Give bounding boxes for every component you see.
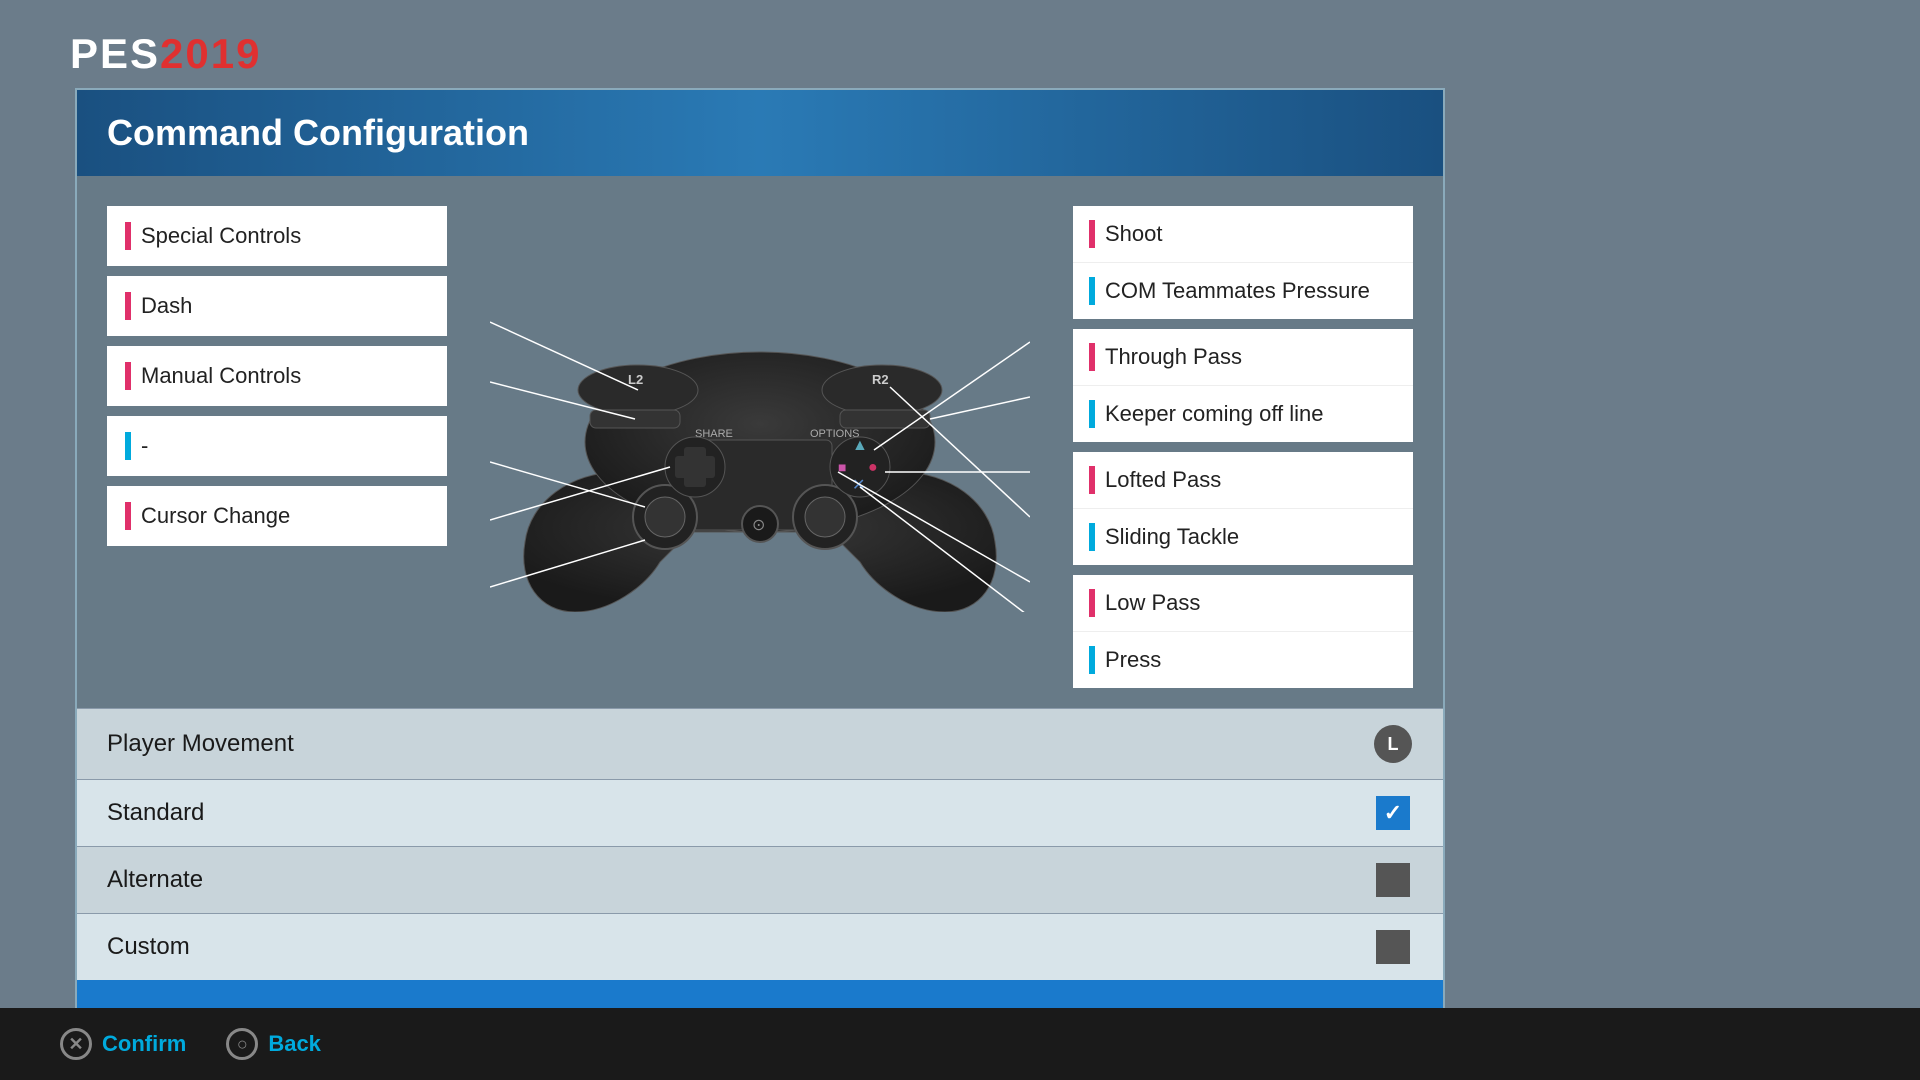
through-pass-text: Through Pass: [1105, 344, 1242, 370]
logo: PES 2019: [70, 30, 261, 78]
right-item-lofted-pass[interactable]: Lofted Pass: [1073, 452, 1413, 509]
dialog-content: Special Controls Dash Manual Controls - …: [77, 176, 1443, 708]
right-group-1: Shoot COM Teammates Pressure: [1073, 206, 1413, 319]
low-pass-text: Low Pass: [1105, 590, 1200, 616]
alternate-value: [1373, 863, 1413, 897]
back-button[interactable]: ○ Back: [226, 1028, 321, 1060]
indicator-pink: [1089, 589, 1095, 617]
label-dash-sub[interactable]: -: [107, 416, 447, 476]
table-row-player-movement: Player Movement L: [77, 708, 1443, 779]
custom-value: [1373, 930, 1413, 964]
controller-area: Special Controls Dash Manual Controls - …: [107, 196, 1413, 688]
checkbox-alternate[interactable]: [1376, 863, 1410, 897]
alternate-label: Alternate: [107, 866, 203, 894]
right-labels: Shoot COM Teammates Pressure Through Pas…: [1073, 196, 1413, 688]
indicator-pink: [125, 222, 131, 250]
right-group-4: Low Pass Press: [1073, 575, 1413, 688]
right-item-shoot[interactable]: Shoot: [1073, 206, 1413, 263]
indicator-pink: [125, 502, 131, 530]
right-group-2: Through Pass Keeper coming off line: [1073, 329, 1413, 442]
table-row-standard[interactable]: Standard: [77, 779, 1443, 846]
logo-year: 2019: [160, 30, 261, 78]
label-cursor-change[interactable]: Cursor Change: [107, 486, 447, 546]
press-text: Press: [1105, 647, 1161, 673]
table-section: Player Movement L Standard Alternate Cus…: [77, 708, 1443, 980]
logo-pes: PES: [70, 30, 160, 78]
player-movement-label: Player Movement: [107, 730, 294, 758]
confirm-label: Confirm: [102, 1031, 186, 1057]
back-label: Back: [268, 1031, 321, 1057]
indicator-pink: [125, 292, 131, 320]
right-item-com[interactable]: COM Teammates Pressure: [1073, 263, 1413, 319]
standard-value: [1373, 796, 1413, 830]
indicator-pink: [1089, 466, 1095, 494]
svg-text:●: ●: [868, 459, 878, 476]
right-item-low-pass[interactable]: Low Pass: [1073, 575, 1413, 632]
indicator-pink: [125, 362, 131, 390]
com-text: COM Teammates Pressure: [1105, 278, 1370, 304]
indicator-blue: [1089, 646, 1095, 674]
svg-text:⊙: ⊙: [752, 517, 765, 534]
checkbox-standard[interactable]: [1376, 796, 1410, 830]
special-controls-text: Special Controls: [141, 223, 301, 249]
controller-svg: SHARE OPTIONS ⊙: [490, 272, 1030, 612]
cursor-change-text: Cursor Change: [141, 503, 290, 529]
x-icon: ✕: [60, 1028, 92, 1060]
svg-text:R2: R2: [872, 372, 889, 387]
shoot-text: Shoot: [1105, 221, 1163, 247]
bottom-bar: ✕ Confirm ○ Back: [0, 1008, 1920, 1080]
right-item-through-pass[interactable]: Through Pass: [1073, 329, 1413, 386]
manual-controls-text: Manual Controls: [141, 363, 301, 389]
right-item-press[interactable]: Press: [1073, 632, 1413, 688]
label-dash[interactable]: Dash: [107, 276, 447, 336]
keeper-text: Keeper coming off line: [1105, 401, 1324, 427]
dialog-title: Command Configuration: [107, 112, 529, 153]
indicator-pink: [1089, 220, 1095, 248]
table-row-alternate[interactable]: Alternate: [77, 846, 1443, 913]
left-labels: Special Controls Dash Manual Controls - …: [107, 196, 447, 688]
controller-center: SHARE OPTIONS ⊙: [447, 196, 1073, 688]
svg-text:L2: L2: [628, 372, 643, 387]
l-circle: L: [1374, 725, 1412, 763]
right-item-sliding-tackle[interactable]: Sliding Tackle: [1073, 509, 1413, 565]
dash-text: Dash: [141, 293, 192, 319]
indicator-blue: [1089, 523, 1095, 551]
o-icon: ○: [226, 1028, 258, 1060]
indicator-blue: [1089, 400, 1095, 428]
right-item-keeper[interactable]: Keeper coming off line: [1073, 386, 1413, 442]
main-dialog: Command Configuration Special Controls D…: [75, 88, 1445, 1068]
table-row-custom[interactable]: Custom: [77, 913, 1443, 980]
label-manual-controls[interactable]: Manual Controls: [107, 346, 447, 406]
checkbox-custom[interactable]: [1376, 930, 1410, 964]
custom-label: Custom: [107, 933, 190, 961]
indicator-blue: [1089, 277, 1095, 305]
confirm-button[interactable]: ✕ Confirm: [60, 1028, 186, 1060]
indicator-blue: [125, 432, 131, 460]
svg-text:▲: ▲: [852, 437, 868, 454]
right-group-3: Lofted Pass Sliding Tackle: [1073, 452, 1413, 565]
standard-label: Standard: [107, 799, 204, 827]
dash-sub-text: -: [141, 433, 148, 459]
sliding-tackle-text: Sliding Tackle: [1105, 524, 1239, 550]
dialog-header: Command Configuration: [77, 90, 1443, 176]
player-movement-value: L: [1373, 725, 1413, 763]
label-special-controls[interactable]: Special Controls: [107, 206, 447, 266]
svg-text:✕: ✕: [852, 477, 865, 494]
indicator-pink: [1089, 343, 1095, 371]
lofted-pass-text: Lofted Pass: [1105, 467, 1221, 493]
